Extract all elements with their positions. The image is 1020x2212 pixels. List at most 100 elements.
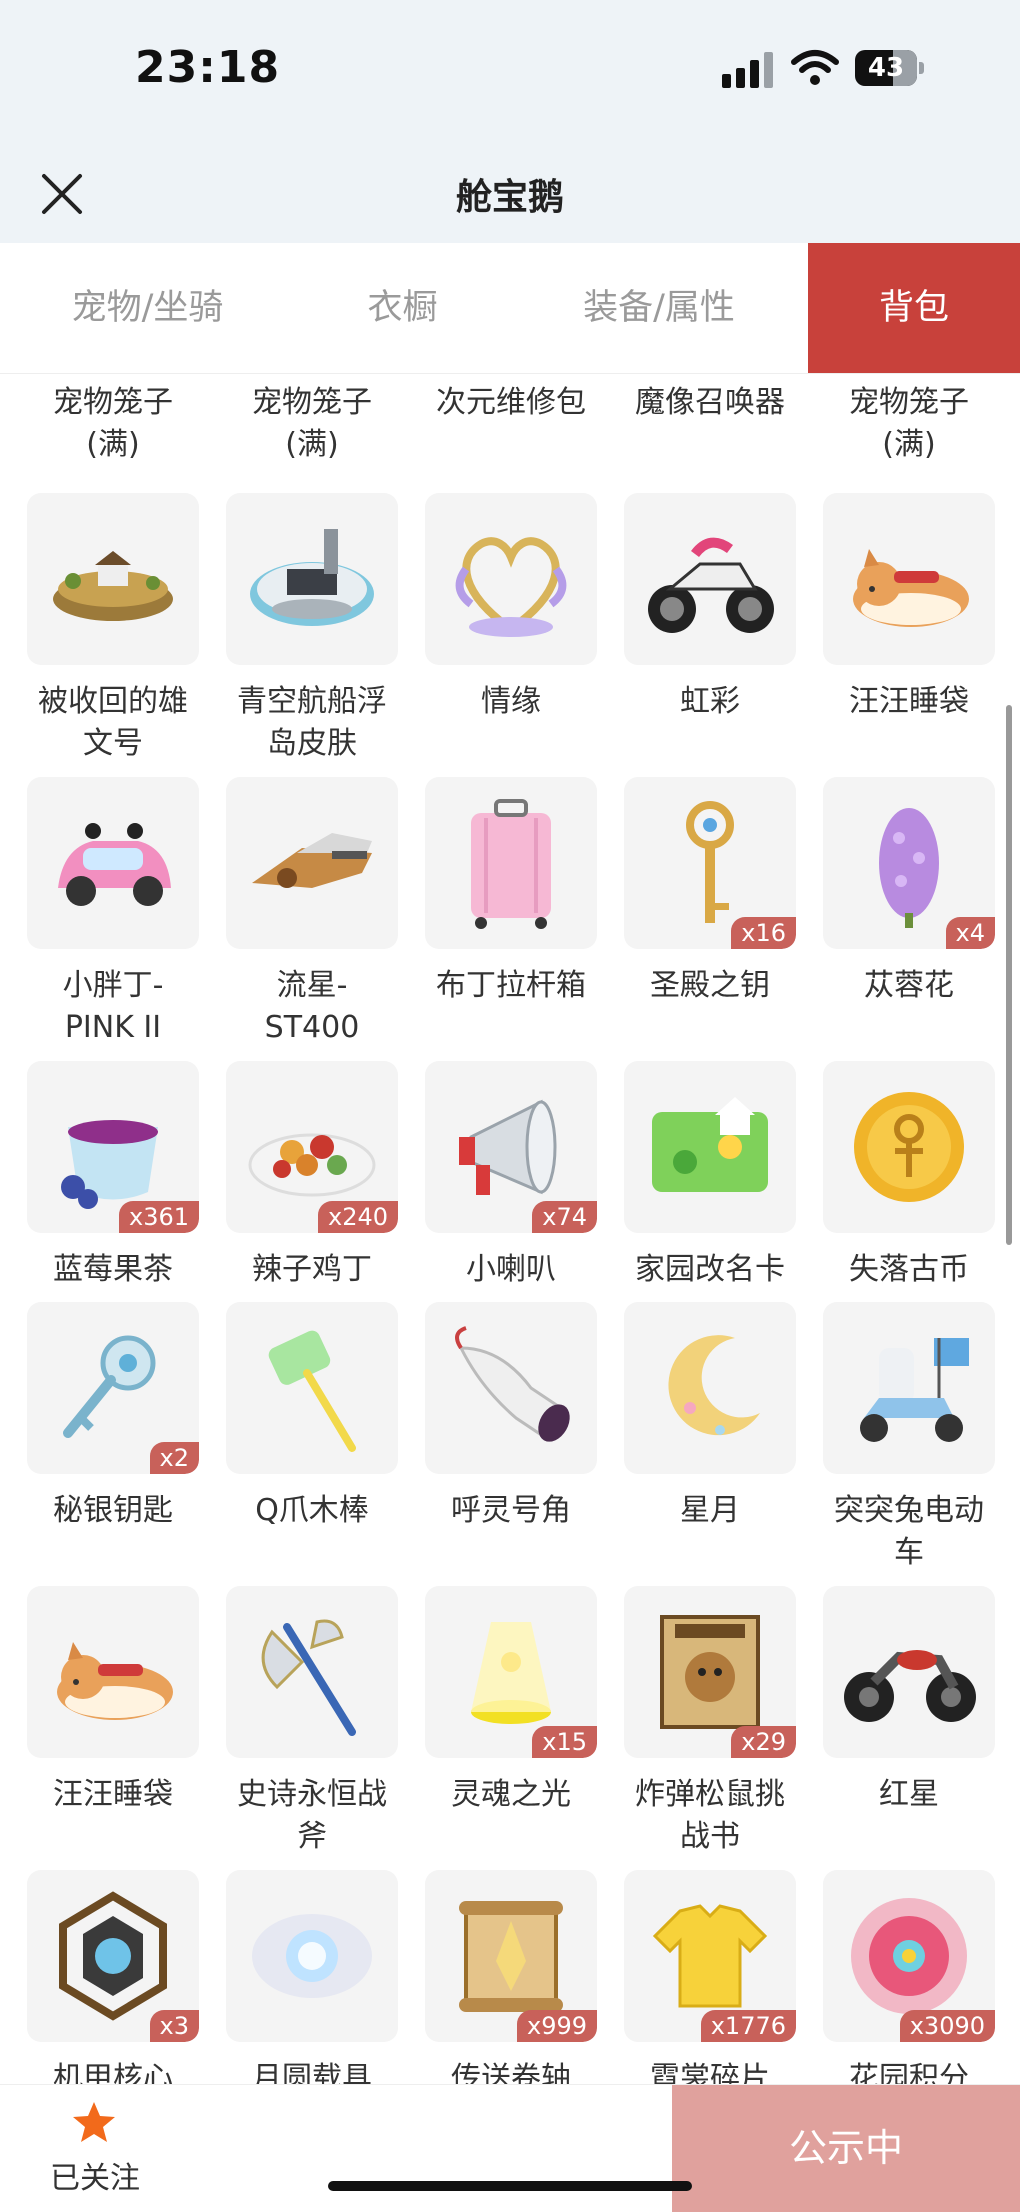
item-tile[interactable] xyxy=(226,493,398,665)
quantity-badge: x3090 xyxy=(899,2010,995,2042)
item-tile[interactable] xyxy=(226,1586,398,1758)
silver-key-icon xyxy=(63,1335,156,1438)
battery-icon: 43 xyxy=(855,50,925,86)
item-tile[interactable] xyxy=(425,493,597,665)
axe-icon xyxy=(261,1619,356,1736)
item-tile[interactable] xyxy=(823,1061,995,1233)
item-tile[interactable] xyxy=(226,1302,398,1474)
home-indicator xyxy=(328,2181,692,2191)
quantity-badge: x361 xyxy=(118,1201,199,1233)
badge-flower-icon xyxy=(851,1898,967,2014)
item-name: 月圆载具 xyxy=(252,2061,372,2084)
item-tile[interactable] xyxy=(226,1870,398,2042)
item-tile[interactable]: x3090 xyxy=(823,1870,995,2042)
item-name: 突突兔电动车 xyxy=(834,1493,984,1570)
item-tile[interactable] xyxy=(823,493,995,665)
item-tile[interactable]: x999 xyxy=(425,1870,597,2042)
item-tile[interactable] xyxy=(27,1586,199,1758)
wanted-poster-icon xyxy=(660,1615,760,1729)
inventory-grid: 宠物笼子 (满) 宠物笼子 (满) 次元维修包 魔像召唤器 宠物笼子 (满) 被收回的雄 文号 青空… xyxy=(0,374,1020,2084)
item-name: 汪汪睡袋 xyxy=(53,1777,173,1812)
item-tile[interactable] xyxy=(624,1061,796,1233)
item-tile[interactable] xyxy=(823,1586,995,1758)
item-tile[interactable] xyxy=(27,493,199,665)
jet-icon xyxy=(252,833,372,888)
item-name: 苁蓉花 xyxy=(864,968,954,1003)
item-tile[interactable] xyxy=(624,1302,796,1474)
car-icon xyxy=(58,823,171,906)
tab-equipment[interactable]: 装备/属性 xyxy=(510,243,808,373)
follow-button[interactable]: 已关注 xyxy=(0,2085,190,2212)
horn-icon xyxy=(455,1326,570,1442)
tab-backpack[interactable]: 背包 xyxy=(808,243,1020,373)
item-tile[interactable]: x3 xyxy=(27,1870,199,2042)
heart-icon xyxy=(455,537,567,637)
item-name: 呼灵号角 xyxy=(451,1493,571,1528)
quantity-badge: x29 xyxy=(731,1726,796,1758)
quantity-badge: x3 xyxy=(149,2010,199,2042)
item-tile[interactable]: x2 xyxy=(27,1302,199,1474)
item-tile[interactable]: x240 xyxy=(226,1061,398,1233)
item-tile[interactable]: x4 xyxy=(823,777,995,949)
tea-icon xyxy=(61,1120,158,1209)
item-name: 星月 xyxy=(680,1493,740,1528)
cellular-signal-icon xyxy=(722,52,778,88)
flower-icon xyxy=(879,808,939,928)
star-icon xyxy=(73,2102,115,2142)
item-name: 传送卷轴 xyxy=(451,2061,571,2084)
item-tile[interactable] xyxy=(425,1302,597,1474)
page-title: 舱宝鹅 xyxy=(455,177,564,218)
item-name: 史诗永恒战斧 xyxy=(237,1777,387,1854)
motorcycle-icon xyxy=(648,537,774,633)
wifi-icon xyxy=(791,50,839,85)
item-tile[interactable]: x361 xyxy=(27,1061,199,1233)
publicity-button[interactable]: 公示中 xyxy=(672,2085,1020,2212)
item-tile[interactable] xyxy=(624,493,796,665)
item-tile[interactable]: x74 xyxy=(425,1061,597,1233)
item-name: 被收回的雄 文号 xyxy=(38,684,188,761)
item-tile[interactable]: x29 xyxy=(624,1586,796,1758)
item-tile[interactable]: x15 xyxy=(425,1586,597,1758)
item-name: 机甲核心 xyxy=(53,2061,173,2084)
shirt-icon xyxy=(652,1904,768,2008)
tab-pets-mounts[interactable]: 宠物/坐骑 xyxy=(0,243,295,373)
item-tile[interactable] xyxy=(27,777,199,949)
coin-icon xyxy=(854,1092,964,1202)
scrollbar[interactable] xyxy=(1006,705,1012,1245)
item-name: 青空航船浮 岛皮肤 xyxy=(237,684,387,761)
suitcase-icon xyxy=(471,799,551,929)
item-name: 灵魂之光 xyxy=(451,1777,571,1812)
item-name: 辣子鸡丁 xyxy=(252,1252,372,1287)
tab-wardrobe[interactable]: 衣橱 xyxy=(295,243,510,373)
item-tile[interactable] xyxy=(823,1302,995,1474)
item-name: 宠物笼子 (满) xyxy=(849,385,969,462)
item-tile[interactable] xyxy=(425,777,597,949)
quantity-badge: x2 xyxy=(149,1442,199,1474)
quantity-badge: x240 xyxy=(317,1201,398,1233)
bike-icon xyxy=(844,1650,976,1722)
item-name: 宠物笼子 (满) xyxy=(252,385,372,462)
follow-label: 已关注 xyxy=(50,2161,140,2196)
item-name: 红星 xyxy=(879,1777,939,1812)
scooter-icon xyxy=(860,1338,969,1442)
item-name: 秘银钥匙 xyxy=(53,1493,173,1528)
status-bar: 23:18 43 xyxy=(0,0,1020,140)
item-tile[interactable]: x1776 xyxy=(624,1870,796,2042)
tab-bar: 宠物/坐骑 衣橱 装备/属性 背包 xyxy=(0,243,1020,374)
item-name: 小喇叭 xyxy=(466,1252,556,1287)
title-bar: 舱宝鹅 xyxy=(0,140,1020,243)
golden-key-icon xyxy=(686,801,734,923)
hammer-icon xyxy=(268,1330,356,1452)
quantity-badge: x16 xyxy=(731,917,796,949)
quantity-badge: x4 xyxy=(945,917,995,949)
battery-level: 43 xyxy=(867,53,905,83)
moon-icon xyxy=(668,1335,760,1436)
item-name: 宠物笼子 (满) xyxy=(53,385,173,462)
item-name: 圣殿之钥 xyxy=(650,968,770,1003)
item-name: 魔像召唤器 xyxy=(635,385,785,420)
item-name: 小胖丁- PINK II xyxy=(62,968,164,1045)
item-name: 流星- ST400 xyxy=(264,968,360,1045)
item-tile[interactable]: x16 xyxy=(624,777,796,949)
quantity-badge: x1776 xyxy=(700,2010,796,2042)
item-tile[interactable] xyxy=(226,777,398,949)
